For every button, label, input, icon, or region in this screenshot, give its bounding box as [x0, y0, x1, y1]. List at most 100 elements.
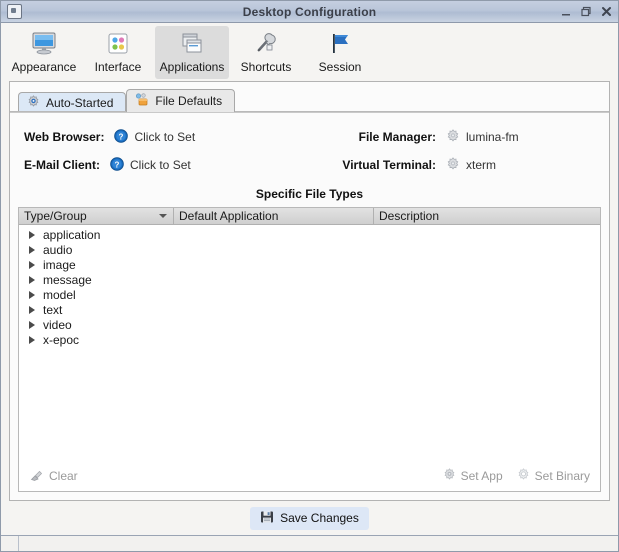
gear-icon [443, 468, 456, 484]
clear-button[interactable]: Clear [29, 468, 78, 485]
help-question-icon: ? [114, 128, 129, 146]
svg-text:?: ? [115, 160, 120, 169]
virtual-terminal-value[interactable]: xterm [446, 156, 496, 174]
web-browser-label: Web Browser: [24, 130, 105, 144]
main-toolbar: Appearance Interface Applications Shortc… [1, 23, 618, 81]
restore-button[interactable] [581, 6, 592, 17]
toolbar-item-label: Shortcuts [240, 60, 292, 74]
table-row[interactable]: audio [19, 242, 600, 257]
email-client-value[interactable]: ? Click to Set [110, 156, 191, 174]
dots-grid-icon [105, 30, 131, 58]
tab-label: Auto-Started [46, 95, 114, 110]
toolbar-item-session[interactable]: Session [303, 26, 377, 79]
email-client-setting: E-Mail Client: ? Click to Set [24, 156, 314, 174]
expand-arrow-icon[interactable] [29, 320, 35, 329]
toolbar-item-shortcuts[interactable]: Shortcuts [229, 26, 303, 79]
toolbar-item-label: Applications [159, 60, 225, 74]
svg-text:?: ? [119, 132, 124, 141]
row-type-label: audio [43, 242, 73, 257]
column-header-label: Description [379, 209, 440, 223]
table-row[interactable]: message [19, 272, 600, 287]
tab-auto-started[interactable]: Auto-Started [18, 92, 127, 112]
main-panel: Auto-Started File Defaults Web Browser: … [9, 81, 610, 501]
table-row[interactable]: application [19, 227, 600, 242]
form-row-browser-filemanager: Web Browser: ? Click to Set File Manager… [24, 123, 595, 151]
tab-baseline [10, 111, 609, 112]
expand-arrow-icon[interactable] [29, 290, 35, 299]
web-browser-setting: Web Browser: ? Click to Set [24, 128, 314, 146]
table-row[interactable]: video [19, 317, 600, 332]
tab-file-defaults[interactable]: File Defaults [126, 89, 236, 112]
window-title: Desktop Configuration [242, 4, 377, 19]
table-row[interactable]: x-epoc [19, 332, 600, 347]
tree-body: application audio image message model te… [19, 225, 600, 461]
tab-strip: Auto-Started File Defaults [10, 88, 609, 112]
minimize-button[interactable] [561, 6, 572, 17]
form-row-email-terminal: E-Mail Client: ? Click to Set Virtual Te… [24, 151, 595, 179]
table-row[interactable]: text [19, 302, 600, 317]
help-question-icon: ? [110, 156, 124, 174]
set-binary-button-label: Set Binary [534, 469, 590, 483]
tab-label: File Defaults [155, 94, 223, 108]
panel-bottom-spacer [10, 492, 609, 500]
expand-arrow-icon[interactable] [29, 275, 35, 284]
expand-arrow-icon[interactable] [29, 245, 35, 254]
row-type-label: video [43, 317, 72, 332]
file-types-icon [135, 93, 149, 109]
toolbar-item-label: Appearance [11, 60, 77, 74]
sort-descending-icon [159, 214, 167, 218]
save-bar: Save Changes [1, 501, 618, 535]
web-browser-value-text: Click to Set [134, 130, 196, 144]
web-browser-value[interactable]: ? Click to Set [114, 128, 196, 146]
wrench-icon [253, 30, 279, 58]
expand-arrow-icon[interactable] [29, 260, 35, 269]
expand-arrow-icon[interactable] [29, 335, 35, 344]
email-client-label: E-Mail Client: [24, 158, 101, 172]
save-changes-label: Save Changes [280, 511, 359, 525]
row-type-label: application [43, 227, 101, 242]
window-controls [561, 6, 612, 17]
desktop-configuration-window: Desktop Configuration Appearance Interfa… [0, 0, 619, 552]
set-binary-button[interactable]: Set Binary [517, 468, 590, 484]
default-applications-form: Web Browser: ? Click to Set File Manager… [10, 113, 609, 179]
toolbar-item-applications[interactable]: Applications [155, 26, 229, 79]
file-defaults-panel: Web Browser: ? Click to Set File Manager… [10, 112, 609, 500]
expand-arrow-icon[interactable] [29, 230, 35, 239]
column-header-type-group[interactable]: Type/Group [19, 208, 174, 224]
file-manager-setting: File Manager: lumina-fm [314, 128, 519, 146]
monitor-icon [30, 30, 58, 58]
windows-stack-icon [179, 30, 205, 58]
virtual-terminal-label: Virtual Terminal: [342, 158, 436, 172]
flag-icon [327, 30, 353, 58]
toolbar-item-label: Session [318, 60, 362, 74]
column-header-label: Default Application [179, 209, 279, 223]
status-bar-section [1, 536, 19, 551]
toolbar-item-appearance[interactable]: Appearance [7, 26, 81, 79]
title-bar: Desktop Configuration [1, 1, 618, 23]
toolbar-item-interface[interactable]: Interface [81, 26, 155, 79]
column-header-description[interactable]: Description [374, 208, 600, 224]
column-header-default-application[interactable]: Default Application [174, 208, 374, 224]
file-manager-value-text: lumina-fm [466, 130, 519, 144]
close-button[interactable] [601, 6, 612, 17]
toolbar-item-label: Interface [94, 60, 142, 74]
file-types-tree: Type/Group Default Application Descripti… [18, 207, 601, 492]
row-type-label: x-epoc [43, 332, 80, 347]
table-row[interactable]: image [19, 257, 600, 272]
set-app-button-label: Set App [460, 469, 503, 483]
file-manager-value[interactable]: lumina-fm [446, 128, 519, 146]
tree-header-row: Type/Group Default Application Descripti… [19, 208, 600, 225]
status-bar [1, 535, 618, 551]
virtual-terminal-value-text: xterm [466, 158, 496, 172]
row-type-label: message [43, 272, 92, 287]
file-manager-label: File Manager: [358, 130, 436, 144]
gear-gray-icon [446, 128, 460, 146]
row-type-label: model [43, 287, 76, 302]
set-app-button[interactable]: Set App [443, 468, 503, 484]
save-changes-button[interactable]: Save Changes [250, 506, 369, 530]
table-row[interactable]: model [19, 287, 600, 302]
expand-arrow-icon[interactable] [29, 305, 35, 314]
floppy-disk-icon [260, 510, 274, 527]
eraser-icon [29, 468, 44, 485]
row-type-label: text [43, 302, 63, 317]
